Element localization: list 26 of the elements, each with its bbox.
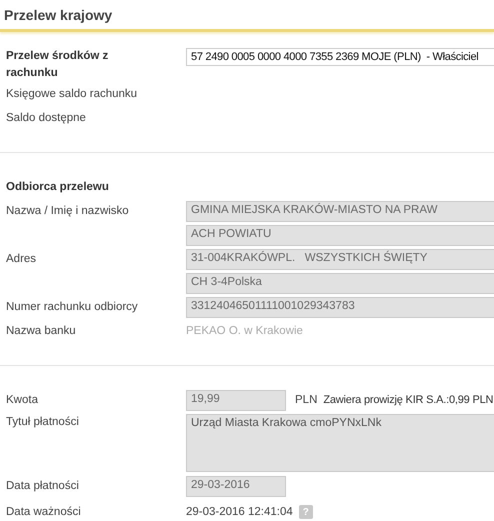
field-label: Saldo dostępne bbox=[6, 112, 87, 124]
input-field[interactable]: 33124046501111001029343783 bbox=[186, 296, 494, 318]
amount-field[interactable]: 19,99 bbox=[186, 390, 286, 410]
field-label: Nazwa banku bbox=[6, 325, 77, 337]
input-field[interactable]: 31-004KRAKÓWPL. WSZYSTKICH ŚWIĘTY bbox=[186, 248, 494, 270]
currency-label: PLN bbox=[295, 394, 318, 406]
field-label: Tytuł płatności bbox=[6, 415, 80, 428]
field-label: Adres bbox=[6, 253, 38, 265]
field-label: Księgowe saldo rachunku bbox=[6, 88, 138, 100]
input-field[interactable]: GMINA MIEJSKA KRAKÓW-MIASTO NA PRAW bbox=[186, 200, 494, 222]
field-label: Data płatności bbox=[6, 480, 80, 492]
field-label: Data ważności bbox=[6, 506, 82, 518]
input-field[interactable]: ACH POWIATU bbox=[186, 224, 494, 246]
account-select[interactable]: 57 2490 0005 0000 4000 7355 2369 MOJE (PLN) - Właściciel bbox=[186, 48, 494, 66]
field-label: Nazwa / Imię i nazwisko bbox=[6, 205, 130, 217]
field-label: Numer rachunku odbiorcy bbox=[6, 301, 139, 313]
bank-name: PEKAO O. w Krakowie bbox=[186, 325, 303, 337]
date-field[interactable]: 29-03-2016 bbox=[186, 476, 286, 496]
field-label: Przelew środków z rachunku bbox=[6, 49, 110, 81]
title-field[interactable]: Urząd Miasta Krakowa cmoPYNxLNk bbox=[186, 414, 494, 472]
page-title: Przelew krajowy bbox=[4, 6, 112, 22]
input-field[interactable]: CH 3-4Polska bbox=[186, 272, 494, 294]
fee-note: Zawiera prowizję KIR S.A.:0,99 PLN bbox=[323, 394, 494, 406]
expiry-date: 29-03-2016 12:41:04 bbox=[186, 506, 293, 518]
field-label: Kwota bbox=[6, 394, 39, 406]
section-heading: Odbiorca przelewu bbox=[6, 181, 110, 193]
